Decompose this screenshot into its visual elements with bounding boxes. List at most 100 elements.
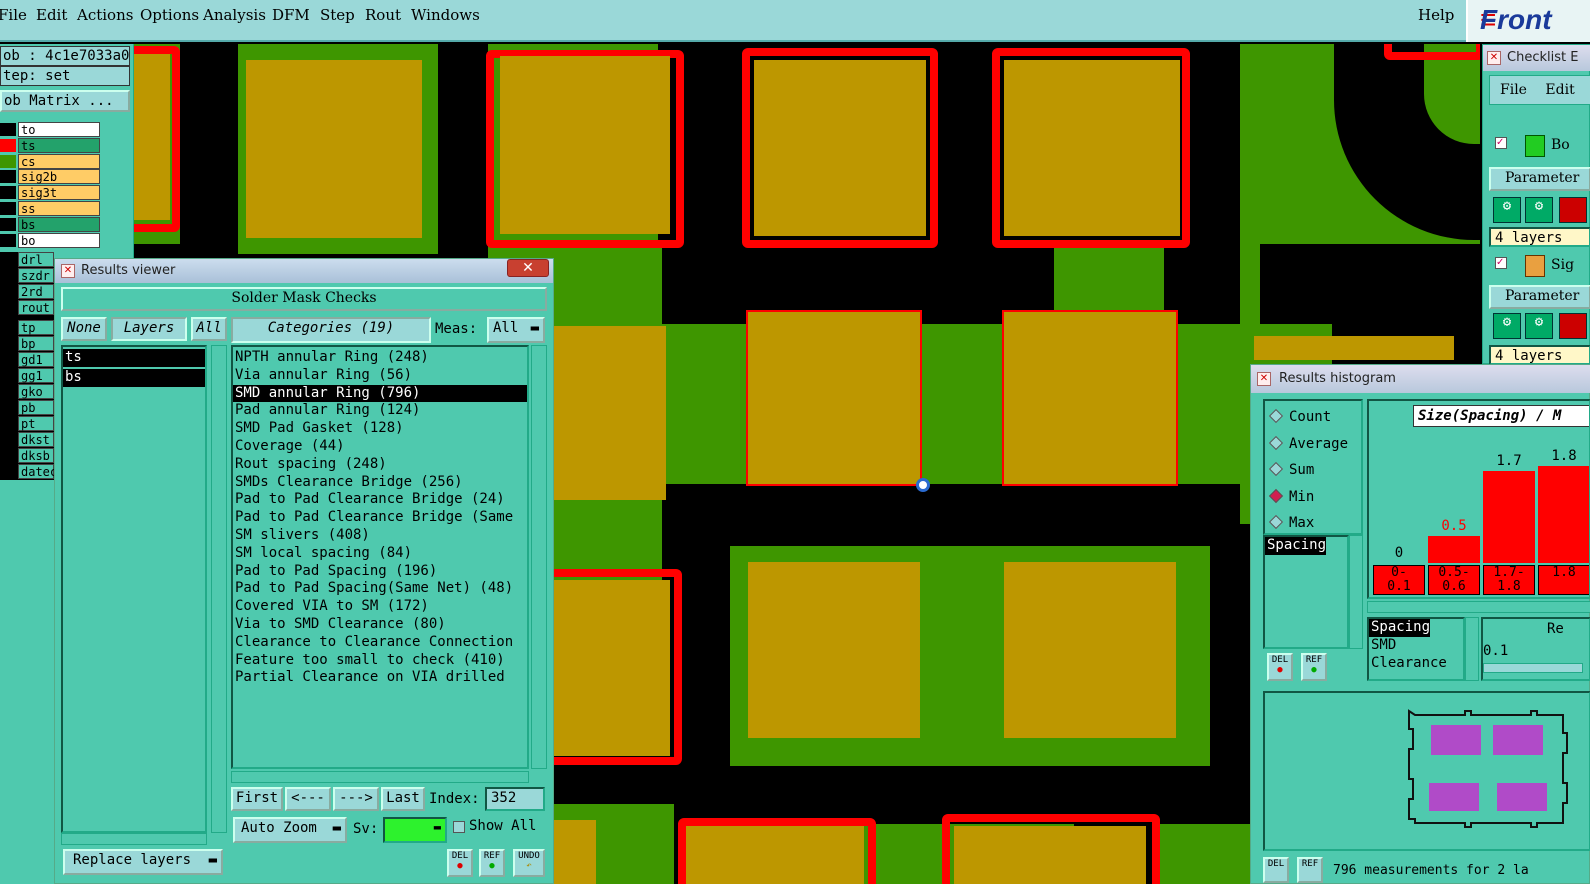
- radio-indicator[interactable]: [1268, 488, 1284, 503]
- histogram-titlebar[interactable]: ✕ Results histogram: [1251, 365, 1590, 393]
- layer-row[interactable]: to: [0, 122, 100, 137]
- layers-button[interactable]: Layers: [111, 317, 187, 341]
- layer-color-swatch[interactable]: [0, 202, 16, 215]
- categories-header[interactable]: Categories (19): [231, 317, 431, 343]
- layers-hscrollbar[interactable]: [61, 833, 207, 845]
- category-item[interactable]: Pad to Pad Spacing(Same Net) (48): [233, 580, 527, 598]
- run-icon[interactable]: ⚙: [1525, 197, 1553, 223]
- replace-layers-dropdown[interactable]: Replace layers ▬: [63, 849, 223, 875]
- category-item[interactable]: Via to SMD Clearance (80): [233, 616, 527, 634]
- layer-row[interactable]: pt: [0, 416, 54, 431]
- stat-radio-sum[interactable]: Sum: [1268, 462, 1314, 478]
- category-item[interactable]: SM slivers (408): [233, 527, 527, 545]
- list-item[interactable]: Clearance: [1369, 655, 1463, 673]
- menu-edit[interactable]: Edit: [36, 6, 67, 24]
- measure-list-scrollbar[interactable]: [1349, 535, 1363, 649]
- category-item[interactable]: Covered VIA to SM (172): [233, 598, 527, 616]
- board-thumbnail[interactable]: [1263, 691, 1590, 851]
- none-button[interactable]: None: [61, 317, 107, 341]
- layer-row[interactable]: bp: [0, 336, 54, 351]
- category-item[interactable]: Pad annular Ring (124): [233, 402, 527, 420]
- last-button[interactable]: Last: [381, 787, 425, 811]
- list-item[interactable]: Spacing: [1265, 537, 1327, 555]
- layer-row[interactable]: sig2b: [0, 169, 100, 185]
- layer-color-swatch[interactable]: [0, 233, 16, 247]
- menu-dfm[interactable]: DFM: [272, 6, 310, 24]
- layer-color-swatch[interactable]: [0, 123, 16, 136]
- parameters-button[interactable]: Parameter: [1489, 167, 1590, 191]
- category-item[interactable]: SMD annular Ring (796): [233, 384, 527, 403]
- histogram-bar[interactable]: [1483, 471, 1535, 563]
- radio-indicator[interactable]: [1268, 515, 1284, 530]
- menu-analysis[interactable]: Analysis: [203, 6, 266, 24]
- del-button[interactable]: DEL ●: [447, 849, 473, 877]
- layer-result-item[interactable]: ts: [63, 349, 205, 367]
- stop-icon[interactable]: [1559, 197, 1587, 223]
- layer-row[interactable]: drl: [0, 252, 54, 267]
- category-item[interactable]: Pad to Pad Clearance Bridge (Same: [233, 509, 527, 527]
- auto-zoom-dropdown[interactable]: Auto Zoom ▬: [233, 817, 347, 843]
- layer-row[interactable]: dksb: [0, 448, 54, 463]
- close-button[interactable]: ✕: [507, 259, 549, 277]
- categories-list[interactable]: NPTH annular Ring (248) Via annular Ring …: [231, 345, 529, 769]
- checklist-menu-edit[interactable]: Edit: [1545, 82, 1574, 98]
- del-button[interactable]: DEL ●: [1267, 653, 1293, 681]
- histogram-bar[interactable]: [1538, 466, 1589, 563]
- category-item[interactable]: Partial Clearance on VIA drilled: [233, 669, 527, 687]
- ref-button[interactable]: REF ●: [1301, 653, 1327, 681]
- category-item[interactable]: SMDs Clearance Bridge (256): [233, 474, 527, 492]
- ref-button[interactable]: REF ●: [479, 849, 505, 877]
- layer-row[interactable]: dkst: [0, 432, 54, 447]
- category-item[interactable]: Pad to Pad Spacing (196): [233, 563, 527, 581]
- category-item[interactable]: Feature too small to check (410): [233, 652, 527, 670]
- histogram-class-list[interactable]: Spacing SMD Clearance: [1367, 617, 1465, 681]
- layer-result-item[interactable]: bs: [63, 368, 205, 387]
- parameters-button[interactable]: Parameter: [1489, 285, 1590, 309]
- smd-pad[interactable]: [246, 60, 422, 238]
- layer-results-list[interactable]: ts bs: [61, 345, 207, 833]
- menu-step[interactable]: Step: [320, 6, 355, 24]
- stop-icon[interactable]: [1559, 313, 1587, 339]
- layer-color-swatch[interactable]: [0, 186, 16, 200]
- layer-row[interactable]: bo: [0, 232, 100, 248]
- layer-row[interactable]: gko: [0, 384, 54, 399]
- layer-row[interactable]: datec: [0, 464, 54, 479]
- list-item[interactable]: Spacing: [1369, 619, 1431, 637]
- category-item[interactable]: Coverage (44): [233, 438, 527, 456]
- layer-color-swatch[interactable]: [0, 170, 16, 184]
- list-item[interactable]: SMD: [1369, 637, 1463, 655]
- class-list-scrollbar[interactable]: [1465, 617, 1479, 681]
- checklist-titlebar[interactable]: ✕ Checklist E: [1483, 45, 1590, 71]
- categories-hscrollbar[interactable]: [231, 771, 529, 783]
- layer-row[interactable]: szdr: [0, 268, 54, 283]
- next-button[interactable]: --->: [333, 787, 379, 811]
- radio-indicator[interactable]: [1268, 462, 1284, 477]
- histogram-bar[interactable]: [1428, 536, 1480, 563]
- layer-row[interactable]: cs: [0, 153, 100, 169]
- category-item[interactable]: SMD Pad Gasket (128): [233, 420, 527, 438]
- layer-row[interactable]: tp: [0, 320, 54, 335]
- del-button[interactable]: DEL: [1263, 857, 1289, 883]
- histogram-measure-list[interactable]: Spacing: [1263, 535, 1349, 649]
- checklist-menu-file[interactable]: File: [1500, 82, 1527, 98]
- layer-row[interactable]: rout: [0, 300, 54, 315]
- severity-color-dropdown[interactable]: ▬: [383, 817, 447, 843]
- radio-indicator[interactable]: [1268, 408, 1284, 424]
- layer-row[interactable]: gd1: [0, 352, 54, 367]
- menu-rout[interactable]: Rout: [365, 6, 401, 24]
- categories-scrollbar[interactable]: [531, 345, 547, 769]
- layer-row[interactable]: bs: [0, 216, 100, 232]
- menu-help[interactable]: Help: [1418, 6, 1454, 24]
- run-icon[interactable]: ⚙: [1493, 197, 1521, 223]
- category-item[interactable]: NPTH annular Ring (248): [233, 349, 527, 367]
- category-item[interactable]: SM local spacing (84): [233, 545, 527, 563]
- menu-options[interactable]: Options: [140, 6, 199, 24]
- index-input[interactable]: 352: [485, 787, 545, 811]
- layer-row[interactable]: 2rd: [0, 284, 54, 299]
- run-icon[interactable]: ⚙: [1493, 313, 1521, 339]
- prev-button[interactable]: <---: [285, 787, 331, 811]
- stat-radio-average[interactable]: Average: [1268, 435, 1348, 452]
- menu-windows[interactable]: Windows: [411, 6, 480, 24]
- run-icon[interactable]: ⚙: [1525, 313, 1553, 339]
- stat-radio-min[interactable]: Min: [1268, 488, 1314, 505]
